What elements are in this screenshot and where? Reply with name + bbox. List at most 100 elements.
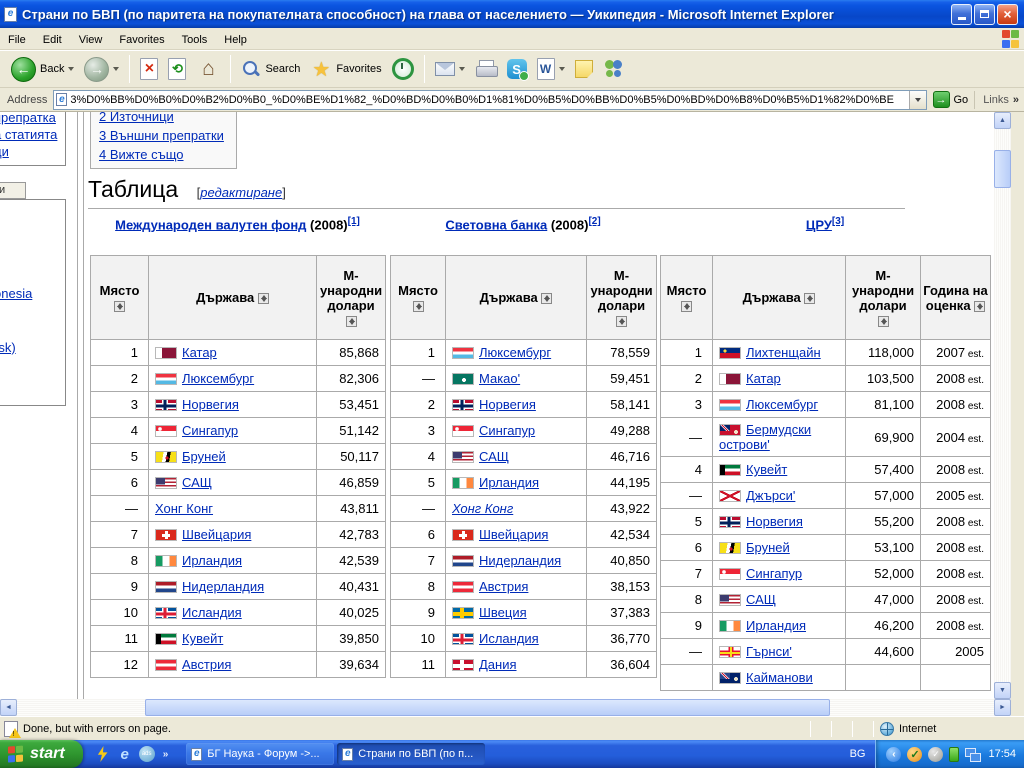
toolbar-home-button[interactable] <box>191 55 225 83</box>
country-link[interactable]: Люксембург <box>182 371 254 386</box>
menu-item-favorites[interactable]: Favorites <box>119 34 164 46</box>
taskbar-window-button[interactable]: Страни по БВП (по п... <box>337 743 485 765</box>
country-link[interactable]: Сингапур <box>182 423 238 438</box>
country-link[interactable]: Дания <box>479 657 517 672</box>
toc-link[interactable]: 4 Вижте също <box>99 147 184 162</box>
table-source-link[interactable]: Световна банка <box>445 217 547 232</box>
chevron-down-icon[interactable] <box>68 67 74 71</box>
toolbar-mail-button[interactable] <box>430 60 470 78</box>
quick-launch-chevron-icon[interactable]: » <box>163 749 169 760</box>
network-icon[interactable] <box>965 747 980 762</box>
menu-item-tools[interactable]: Tools <box>182 34 208 46</box>
start-button[interactable]: start <box>0 740 83 768</box>
go-button[interactable]: → Go <box>933 91 969 108</box>
toc-link[interactable]: 2 Източници <box>99 112 174 124</box>
country-link[interactable]: Макао' <box>479 371 520 386</box>
ie-icon[interactable] <box>117 746 133 762</box>
sort-icon[interactable] <box>541 293 552 304</box>
country-link[interactable]: САЩ <box>182 475 212 490</box>
country-link[interactable]: Бруней <box>746 540 790 555</box>
toc-link[interactable]: 3 Външни препратки <box>99 128 224 143</box>
country-link[interactable]: Джърси' <box>746 488 795 503</box>
country-link[interactable]: Сингапур <box>479 423 535 438</box>
sidebar-link-fragment[interactable]: ди <box>0 143 65 160</box>
country-link[interactable]: Катар <box>746 371 781 386</box>
country-link[interactable]: Швеция <box>479 605 527 620</box>
menu-item-help[interactable]: Help <box>224 34 247 46</box>
scroll-right-button[interactable]: ► <box>994 699 1011 716</box>
toolbar-word-button[interactable] <box>532 56 570 82</box>
address-dropdown-button[interactable] <box>909 91 926 109</box>
country-link[interactable]: Кувейт <box>746 462 787 477</box>
footnote-link[interactable]: [1] <box>348 216 360 227</box>
shield-icon[interactable] <box>907 747 922 762</box>
country-link[interactable]: Исландия <box>479 631 539 646</box>
country-link[interactable]: Сингапур <box>746 566 802 581</box>
country-link[interactable]: Норвегия <box>479 397 536 412</box>
scroll-up-button[interactable]: ▲ <box>994 112 1011 129</box>
sort-icon[interactable] <box>681 301 692 312</box>
country-link[interactable]: Люксембург <box>746 397 818 412</box>
country-link[interactable]: Ирландия <box>746 618 806 633</box>
table-source-link[interactable]: ЦРУ <box>806 217 832 232</box>
sort-icon[interactable] <box>616 316 627 327</box>
country-link[interactable]: Нидерландия <box>182 579 264 594</box>
country-link[interactable]: Ирландия <box>182 553 242 568</box>
table-source-link[interactable]: Международен валутен фонд <box>115 217 306 232</box>
chevron-down-icon[interactable] <box>113 67 119 71</box>
edit-link[interactable]: редактиране <box>200 185 282 200</box>
menu-item-edit[interactable]: Edit <box>43 34 62 46</box>
country-link[interactable]: Бруней <box>182 449 226 464</box>
sort-icon[interactable] <box>258 293 269 304</box>
country-link[interactable]: Лихтенщайн <box>746 345 821 360</box>
menu-item-file[interactable]: File <box>8 34 26 46</box>
country-link[interactable]: Кувейт <box>182 631 223 646</box>
interwiki-link[interactable]: onesia <box>0 286 32 301</box>
toolbar-stop-button[interactable] <box>135 56 163 82</box>
interwiki-link[interactable]: rsk) <box>0 340 16 355</box>
toolbar-messenger-button[interactable] <box>598 57 630 81</box>
lightning-icon[interactable] <box>95 746 111 762</box>
toolbar-search-button[interactable]: Search <box>236 57 305 81</box>
scroll-left-button[interactable]: ◄ <box>0 699 17 716</box>
language-indicator[interactable]: BG <box>840 748 876 760</box>
country-link[interactable]: Хонг Конг <box>452 501 513 516</box>
vertical-scrollbar[interactable]: ▲ ▼ <box>994 112 1011 699</box>
country-link[interactable]: Кайманови <box>746 670 813 685</box>
country-link[interactable]: Швейцария <box>479 527 548 542</box>
country-link[interactable]: Катар <box>182 345 217 360</box>
sort-icon[interactable] <box>346 316 357 327</box>
footnote-link[interactable]: [2] <box>588 216 600 227</box>
scroll-down-button[interactable]: ▼ <box>994 682 1011 699</box>
toolbar-skype-button[interactable] <box>502 57 532 81</box>
toolbar-note-button[interactable] <box>570 58 598 80</box>
ads-icon[interactable] <box>139 746 155 762</box>
menu-item-view[interactable]: View <box>79 34 103 46</box>
country-link[interactable]: Австрия <box>182 657 231 672</box>
sort-icon[interactable] <box>114 301 125 312</box>
restore-button[interactable] <box>974 4 995 25</box>
minimize-button[interactable] <box>951 4 972 25</box>
address-input[interactable]: 3%D0%BB%D0%B0%D0%B2%D0%B0_%D0%BE%D1%82_%… <box>53 90 926 110</box>
country-link[interactable]: Гърнси' <box>746 644 792 659</box>
toolbar-refresh-button[interactable] <box>163 56 191 82</box>
toolbar-favorites-button[interactable]: Favorites <box>305 56 386 82</box>
sort-icon[interactable] <box>804 293 815 304</box>
links-button[interactable]: Links » <box>974 91 1019 109</box>
taskbar-window-button[interactable]: БГ Наука - Форум ->... <box>186 743 334 765</box>
toolbar-forward-button[interactable] <box>79 55 124 84</box>
chevron-down-icon[interactable] <box>559 67 565 71</box>
toolbar-print-button[interactable] <box>470 58 502 80</box>
country-link[interactable]: Хонг Конг <box>155 501 213 516</box>
sort-icon[interactable] <box>974 301 985 312</box>
country-link[interactable]: Норвегия <box>746 514 803 529</box>
country-link[interactable]: Ирландия <box>479 475 539 490</box>
sidebar-link-fragment[interactable]: а статията <box>0 126 65 143</box>
horizontal-scroll-thumb[interactable] <box>145 699 830 716</box>
sidebar-tab[interactable]: и <box>0 182 26 199</box>
country-link[interactable]: Люксембург <box>479 345 551 360</box>
close-button[interactable]: × <box>997 4 1018 25</box>
battery-icon[interactable] <box>949 747 959 762</box>
sort-icon[interactable] <box>413 301 424 312</box>
country-link[interactable]: Норвегия <box>182 397 239 412</box>
